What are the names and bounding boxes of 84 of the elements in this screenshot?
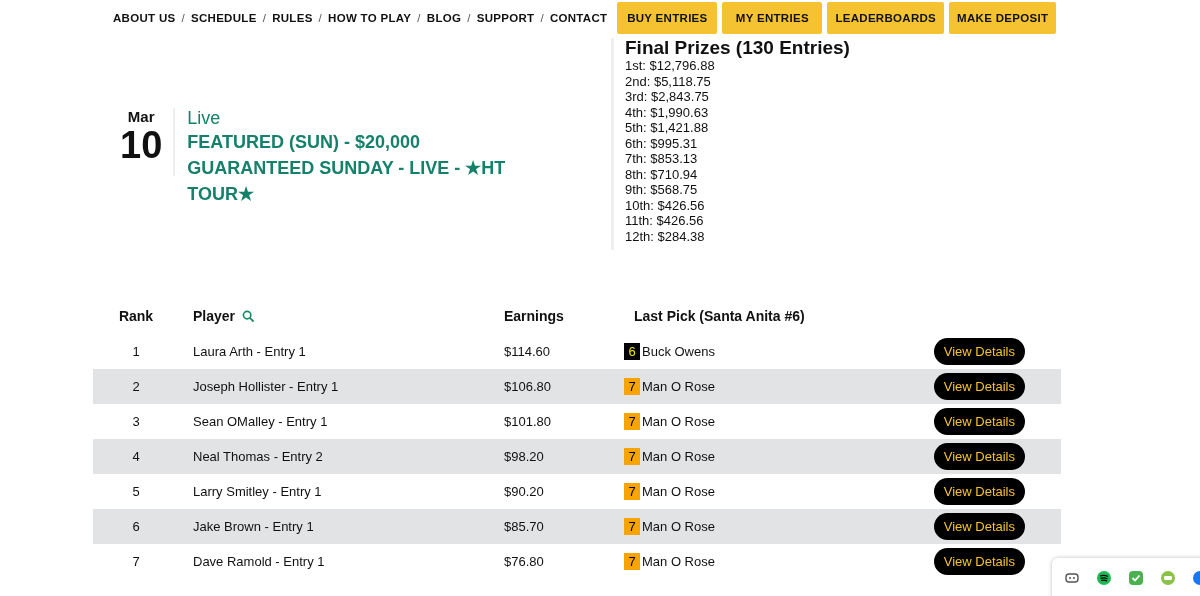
rank-cell: 4 [132,449,140,464]
nav-link[interactable]: BLOG [426,12,462,24]
earnings-cell: $85.70 [504,519,544,534]
nav-separator: / [417,12,421,24]
earnings-cell: $98.20 [504,449,544,464]
nav-separator: / [467,12,471,24]
nav-link[interactable]: ABOUT US [113,12,176,24]
saddle-number: 7 [624,413,640,430]
player-name: Dave Ramold - Entry 1 [193,554,325,569]
nav-separator: / [318,12,323,24]
view-details-button[interactable]: View Details [933,338,1025,365]
view-details-button[interactable]: View Details [933,513,1025,540]
column-header: Last Pick (Santa Anita #6) [634,308,805,324]
prize-amount: 10th: $426.56 [625,197,705,213]
saddle-number: 7 [624,518,640,535]
column-header: Rank [118,308,154,324]
controller-icon[interactable] [1064,570,1080,586]
column-header: Earnings [504,308,564,324]
player-name: Jake Brown - Entry 1 [193,519,314,534]
horse-name: Man O Rose [642,379,715,394]
prize-amount: 2nd: $5,118.75 [625,73,711,89]
prize-amount: 3rd: $2,843.75 [625,89,709,105]
event-title: FEATURED (SUN) - $20,000 GUARANTEED SUNDAY - LIVE - ★HT TOUR★ [187,131,507,206]
earnings-cell: $101.80 [504,414,551,429]
rank-cell: 6 [132,519,140,534]
horse-name: Man O Rose [642,449,715,464]
rank-cell: 2 [132,379,140,394]
horse-name: Buck Owens [642,344,715,359]
horse-name: Man O Rose [642,554,715,569]
saddle-number: 7 [624,483,640,500]
prize-amount: 12th: $284.38 [625,228,705,244]
player-name: Neal Thomas - Entry 2 [193,449,323,464]
check-icon[interactable] [1128,570,1144,586]
column-header: Player [193,308,236,324]
prize-amount: 5th: $1,421.88 [625,120,709,136]
earnings-cell: $90.20 [504,484,544,499]
prize-amount: 7th: $853.13 [625,151,698,167]
rank-cell: 5 [132,484,140,499]
nav-button[interactable]: LEADERBOARDS [827,2,945,34]
nav-separator: / [262,12,267,24]
view-details-button[interactable]: View Details [933,408,1025,435]
nav-link[interactable]: HOW TO PLAY [328,12,412,24]
horse-name: Man O Rose [642,484,715,499]
player-name: Joseph Hollister - Entry 1 [193,379,339,394]
earnings-cell: $76.80 [504,554,544,569]
horse-name: Man O Rose [642,519,715,534]
prize-amount: 1st: $12,796.88 [625,58,715,74]
view-details-button[interactable]: View Details [933,373,1025,400]
nav-button[interactable]: BUY ENTRIES [617,2,718,34]
nav-separator: / [181,12,185,24]
earnings-cell: $106.80 [504,379,551,394]
prize-amount: 11th: $426.56 [625,213,704,229]
nav-button[interactable]: MAKE DEPOSIT [949,2,1057,34]
horse-name: Man O Rose [642,414,715,429]
nav-link[interactable]: RULES [272,12,313,24]
rank-cell: 1 [132,344,140,359]
view-details-button[interactable]: View Details [933,478,1025,505]
saddle-number: 6 [624,343,640,360]
prize-amount: 6th: $995.31 [625,135,698,151]
rank-cell: 3 [132,414,140,429]
player-name: Larry Smitley - Entry 1 [193,484,322,499]
saddle-number: 7 [624,378,640,395]
nav-link[interactable]: SUPPORT [476,12,535,24]
player-name: Sean OMalley - Entry 1 [193,414,328,429]
event-status: Live [187,108,222,129]
prize-amount: 8th: $710.94 [625,166,698,182]
prize-amount: 9th: $568.75 [625,182,698,198]
nav-link[interactable]: SCHEDULE [190,12,257,24]
view-details-button[interactable]: View Details [933,548,1025,575]
nav-link[interactable]: CONTACT [549,12,608,24]
event-month: Mar [127,108,155,125]
search-icon[interactable] [242,309,256,323]
event-day: 10 [120,125,163,165]
rank-cell: 7 [132,554,140,569]
prize-amount: 4th: $1,990.63 [625,104,709,120]
view-details-button[interactable]: View Details [933,443,1025,470]
nav-separator: / [540,12,544,24]
earnings-cell: $114.60 [504,344,551,359]
nav-button[interactable]: MY ENTRIES [722,2,823,34]
prizes-title: Final Prizes (130 Entries) [625,38,850,58]
saddle-number: 7 [624,448,640,465]
player-name: Laura Arth - Entry 1 [193,344,306,359]
saddle-number: 7 [624,553,640,570]
music-icon[interactable] [1096,570,1112,586]
